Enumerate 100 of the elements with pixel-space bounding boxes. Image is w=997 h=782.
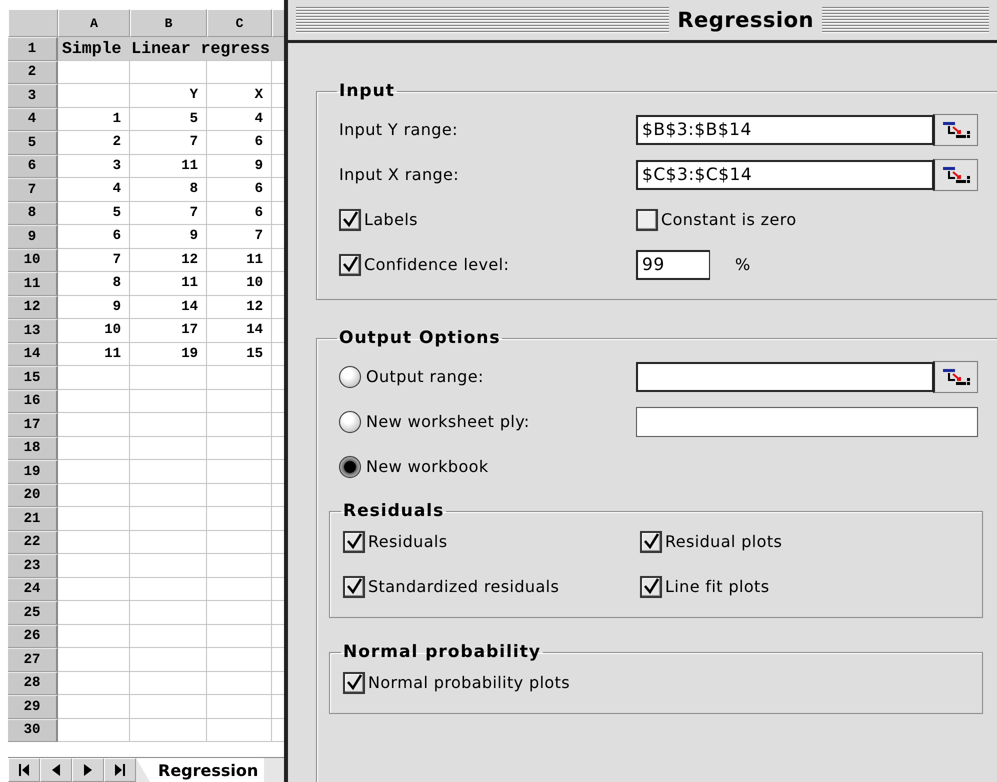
checkbox-label[interactable]: Labels bbox=[364, 210, 418, 229]
table-cell bbox=[58, 624, 130, 648]
row-header[interactable]: 4 bbox=[8, 108, 58, 131]
table-corner[interactable] bbox=[8, 9, 58, 37]
table-cell: 5 bbox=[58, 202, 130, 225]
row-header[interactable]: 1 bbox=[8, 37, 58, 60]
checkbox-label[interactable]: Confidence level: bbox=[364, 255, 510, 274]
row-header[interactable]: 21 bbox=[8, 507, 58, 530]
checkbox[interactable] bbox=[343, 530, 365, 552]
table-cell: 2 bbox=[58, 131, 130, 154]
row-header[interactable]: 17 bbox=[8, 413, 58, 436]
table-cell bbox=[58, 672, 130, 695]
table-cell bbox=[207, 648, 272, 672]
column-header[interactable]: A bbox=[58, 9, 130, 37]
range-picker-button[interactable] bbox=[933, 360, 978, 392]
row-header[interactable]: 27 bbox=[8, 648, 58, 672]
row-header[interactable]: 6 bbox=[8, 154, 58, 178]
table-cell: 11 bbox=[130, 154, 207, 178]
sheet-nav-button[interactable] bbox=[8, 758, 40, 782]
row-header[interactable]: 16 bbox=[8, 390, 58, 413]
table-cell: Y bbox=[130, 84, 207, 108]
radio-button[interactable] bbox=[339, 366, 361, 388]
row-header[interactable]: 29 bbox=[8, 695, 58, 718]
checkbox-label[interactable]: Line fit plots bbox=[665, 577, 770, 596]
row-header[interactable]: 8 bbox=[8, 202, 58, 225]
row-header[interactable]: 23 bbox=[8, 554, 58, 578]
table-cell: 9 bbox=[130, 225, 207, 248]
table-cell: 11 bbox=[58, 342, 130, 366]
table-cell: 7 bbox=[207, 225, 272, 248]
row-header[interactable]: 3 bbox=[8, 84, 58, 108]
checkbox[interactable] bbox=[343, 576, 365, 598]
row-header[interactable]: 7 bbox=[8, 178, 58, 202]
table-cell bbox=[58, 366, 130, 390]
column-header[interactable]: B bbox=[130, 9, 207, 37]
checkbox-label[interactable]: Constant is zero bbox=[661, 210, 797, 229]
table-cell: 9 bbox=[58, 296, 130, 319]
range-picker-button[interactable] bbox=[933, 158, 978, 190]
table-cell: 11 bbox=[130, 272, 207, 296]
table-cell bbox=[58, 601, 130, 624]
row-header[interactable]: 12 bbox=[8, 296, 58, 319]
table-cell bbox=[58, 84, 130, 108]
row-header[interactable]: 5 bbox=[8, 131, 58, 154]
table-cell bbox=[58, 507, 130, 530]
table-cell bbox=[58, 436, 130, 460]
row-header[interactable]: 10 bbox=[8, 248, 58, 272]
range-picker-button[interactable] bbox=[933, 114, 978, 146]
input-field[interactable]: 99 bbox=[636, 250, 710, 280]
input-field[interactable] bbox=[636, 406, 978, 436]
table-cell: 3 bbox=[58, 154, 130, 178]
radio-button[interactable] bbox=[339, 456, 361, 478]
input-field[interactable] bbox=[636, 362, 933, 392]
group-title: Output Options bbox=[338, 328, 502, 348]
row-header[interactable]: 25 bbox=[8, 601, 58, 624]
sheet-nav-button[interactable] bbox=[72, 758, 104, 782]
input-field[interactable]: $C$3:$C$14 bbox=[636, 160, 933, 190]
row-header[interactable]: 18 bbox=[8, 436, 58, 460]
checkbox-label[interactable]: Residual plots bbox=[665, 532, 782, 551]
column-header[interactable] bbox=[272, 9, 284, 37]
row-header[interactable]: 28 bbox=[8, 672, 58, 695]
row-header[interactable]: 2 bbox=[8, 60, 58, 84]
column-header[interactable]: C bbox=[207, 9, 272, 37]
sheet-nav-button[interactable] bbox=[40, 758, 72, 782]
row-header[interactable]: 20 bbox=[8, 484, 58, 507]
row-header[interactable]: 30 bbox=[8, 718, 58, 742]
row-header[interactable]: 24 bbox=[8, 578, 58, 601]
radio-label[interactable]: Output range: bbox=[366, 367, 484, 386]
checkbox-label[interactable]: Residuals bbox=[368, 532, 448, 551]
table-cell bbox=[58, 718, 130, 742]
row-header[interactable]: 15 bbox=[8, 366, 58, 390]
table-cell: 6 bbox=[58, 225, 130, 248]
table-cell: 6 bbox=[207, 178, 272, 202]
checkbox[interactable] bbox=[636, 208, 658, 230]
row-header[interactable]: 9 bbox=[8, 225, 58, 248]
row-header[interactable]: 26 bbox=[8, 624, 58, 648]
checkbox[interactable] bbox=[640, 576, 662, 598]
sheet-tab[interactable]: Regression bbox=[136, 758, 264, 782]
checkbox[interactable] bbox=[339, 208, 361, 230]
checkbox[interactable] bbox=[343, 672, 365, 694]
sheet-nav-button[interactable] bbox=[104, 758, 136, 782]
row-header[interactable]: 22 bbox=[8, 530, 58, 554]
checkbox-label[interactable]: Standardized residuals bbox=[368, 577, 560, 596]
table-cell bbox=[207, 554, 272, 578]
table-cell bbox=[58, 484, 130, 507]
row-header[interactable]: 19 bbox=[8, 460, 58, 484]
checkbox-label[interactable]: Normal probability plots bbox=[368, 673, 570, 692]
table-cell bbox=[207, 601, 272, 624]
input-field[interactable]: $B$3:$B$14 bbox=[636, 114, 933, 144]
row-header[interactable]: 11 bbox=[8, 272, 58, 296]
row-header[interactable]: 14 bbox=[8, 342, 58, 366]
radio-button[interactable] bbox=[339, 410, 361, 432]
radio-label[interactable]: New worksheet ply: bbox=[366, 412, 530, 431]
table-cell bbox=[207, 530, 272, 554]
checkbox[interactable] bbox=[640, 530, 662, 552]
checkbox[interactable] bbox=[339, 254, 361, 276]
table-cell bbox=[207, 413, 272, 436]
table-cell bbox=[58, 578, 130, 601]
row-header[interactable]: 13 bbox=[8, 319, 58, 342]
radio-label[interactable]: New workbook bbox=[366, 457, 489, 476]
table-cell bbox=[58, 695, 130, 718]
table-cell bbox=[58, 530, 130, 554]
